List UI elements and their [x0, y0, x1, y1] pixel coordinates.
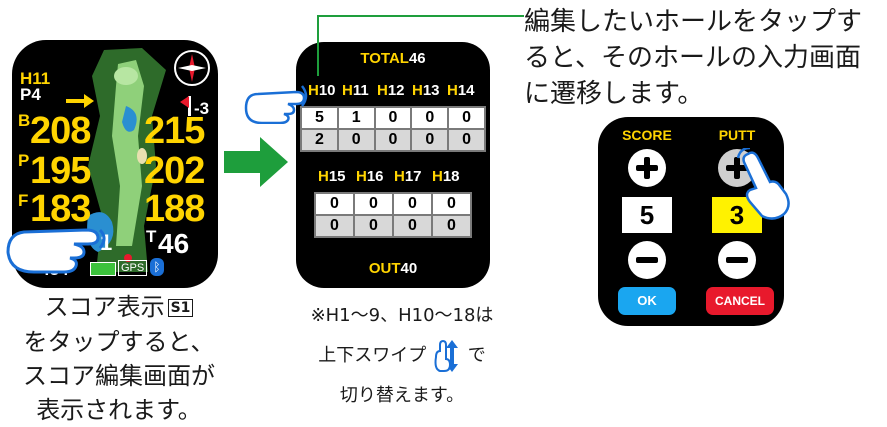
score-cell[interactable]: 0	[316, 194, 353, 214]
front-yardage-right: 188	[144, 188, 205, 230]
hole-header[interactable]: H15	[318, 166, 356, 188]
note-line-1: ※H1～9、H10～18は	[310, 305, 494, 326]
gps-badge: GPS	[118, 260, 148, 276]
putt-cell[interactable]: 0	[375, 130, 411, 150]
pin-yardage: 195	[30, 150, 91, 192]
out-value: 40	[400, 260, 418, 277]
callout-line-1: 編集したいホールをタップす	[524, 7, 863, 37]
compass-icon	[174, 50, 210, 86]
tap-hand-icon	[6, 228, 106, 274]
putt-cell[interactable]: 0	[412, 130, 448, 150]
tap-hand-icon	[244, 85, 308, 124]
left-line-3: スコア編集画面が	[23, 362, 215, 390]
ok-button[interactable]: OK	[618, 287, 676, 315]
hole-header[interactable]: H14	[447, 80, 481, 102]
callout-line-2: ると、そのホールの入力画面	[524, 43, 861, 73]
tap-hand-icon	[736, 148, 790, 220]
back-yardage: 208	[30, 110, 91, 152]
hole-header[interactable]: H17	[394, 166, 432, 188]
putt-cell[interactable]: 0	[394, 216, 431, 236]
left-caption: スコア表示 S1 をタップすると、 スコア編集画面が 表示されます。	[0, 290, 238, 427]
callout-line-3: に遷移します。	[524, 79, 704, 109]
arrow-right-icon	[66, 94, 94, 108]
total-score: 46	[158, 228, 190, 259]
front-label: F	[18, 191, 29, 210]
score-cell[interactable]: 0	[449, 108, 484, 128]
swipe-icon	[434, 339, 458, 372]
score-cell[interactable]: 0	[394, 194, 431, 214]
bluetooth-icon: ᛒ	[150, 258, 164, 276]
note-line-3: 切り替えます。	[339, 385, 465, 406]
left-line-1: スコア表示 S1	[0, 290, 238, 325]
hole-header[interactable]: H13	[412, 80, 447, 102]
left-line-4: 表示されます。	[36, 396, 202, 424]
hole-header[interactable]: H16	[356, 166, 394, 188]
putt-cell[interactable]: 0	[449, 130, 484, 150]
score-cell[interactable]: 1	[338, 108, 374, 128]
score-minus-button[interactable]	[628, 241, 666, 279]
out-label: OUT	[368, 260, 401, 277]
putt-cell[interactable]: 2	[302, 130, 337, 150]
putt-cell[interactable]: 0	[316, 216, 353, 236]
hole-header-row-2: H15 H16 H17 H18	[318, 166, 470, 188]
callout-line	[317, 15, 524, 76]
score-plus-button[interactable]	[628, 149, 666, 187]
pin-label: P	[18, 151, 30, 170]
score-grid-1: 5 1 0 0 0 2 0 0 0 0	[300, 106, 486, 152]
swipe-note: ※H1～9、H10～18は 上下スワイプ で 切り替えます。	[262, 296, 542, 416]
pin-yardage-right: 202	[144, 150, 205, 192]
arrow-right-icon	[224, 137, 288, 187]
cancel-button[interactable]: CANCEL	[706, 287, 774, 315]
score-list-screen: TOTAL46 H10 H11 H12 H13 H14 5 1 0 0 0 2 …	[296, 42, 490, 288]
back-label: B	[18, 111, 31, 130]
score-cell[interactable]: 0	[375, 108, 411, 128]
score-grid-2: 0 0 0 0 0 0 0 0	[314, 192, 472, 238]
score-cell[interactable]: 0	[433, 194, 470, 214]
par-value: P4	[20, 85, 41, 104]
putt-cell[interactable]: 0	[355, 216, 392, 236]
note-line-2: 上下スワイプ で	[262, 336, 542, 376]
total-label: T	[146, 227, 157, 246]
left-line-2: をタップすると、	[23, 328, 215, 356]
hole-header[interactable]: H11	[342, 80, 377, 102]
back-yardage-right: 215	[144, 110, 205, 152]
putt-label: PUTT	[718, 127, 756, 143]
hole-header[interactable]: H18	[432, 166, 470, 188]
out-footer: OUT40	[296, 260, 490, 277]
score-value: 5	[622, 197, 672, 233]
score-label: SCORE	[622, 127, 672, 143]
callout-text: 編集したいホールをタップす ると、そのホールの入力画面 に遷移します。	[524, 4, 862, 112]
putt-cell[interactable]: 0	[338, 130, 374, 150]
hole-header[interactable]: H12	[377, 80, 412, 102]
hole-header[interactable]: H10	[308, 80, 342, 102]
score-cell[interactable]: 0	[412, 108, 448, 128]
score-display-icon: S1	[167, 299, 194, 317]
hole-header-row-1: H10 H11 H12 H13 H14	[308, 80, 481, 102]
flag-icon	[180, 96, 189, 108]
score-cell[interactable]: 0	[355, 194, 392, 214]
putt-cell[interactable]: 0	[433, 216, 470, 236]
putt-minus-button[interactable]	[718, 241, 756, 279]
